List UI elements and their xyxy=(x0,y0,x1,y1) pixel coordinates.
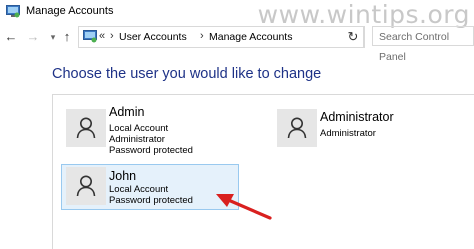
search-input[interactable]: Search Control Panel xyxy=(372,26,474,63)
account-name: Admin xyxy=(109,105,145,119)
refresh-icon[interactable]: ↻ xyxy=(342,26,365,48)
account-role: Administrator xyxy=(109,134,165,145)
account-name: Administrator xyxy=(320,110,394,124)
arrow-left-icon[interactable]: ← xyxy=(4,29,18,45)
user-avatar-icon xyxy=(277,109,317,147)
red-arrow-icon xyxy=(216,194,272,220)
page-heading: Choose the user you would like to change xyxy=(52,66,322,82)
chevron-down-icon[interactable]: ▾ xyxy=(46,29,60,45)
arrow-up-icon[interactable]: ↑ xyxy=(60,29,74,45)
breadcrumb-separator: › xyxy=(200,30,204,42)
account-type: Local Account xyxy=(109,123,169,134)
user-icon xyxy=(287,117,307,139)
user-avatar-icon xyxy=(66,167,106,205)
address-bar[interactable]: « › User Accounts › Manage Accounts xyxy=(78,26,364,48)
breadcrumb-manage-accounts[interactable]: Manage Accounts xyxy=(209,31,292,43)
breadcrumb-user-accounts[interactable]: User Accounts xyxy=(119,31,187,43)
navigation-bar: ← → ▾ ↑ « › User Accounts › Manage Accou… xyxy=(0,26,474,63)
account-type: Local Account xyxy=(109,184,169,195)
control-panel-icon xyxy=(83,30,97,43)
breadcrumb-overflow[interactable]: « xyxy=(99,30,105,42)
user-avatar-icon xyxy=(66,109,106,147)
account-name: John xyxy=(109,169,137,183)
user-icon xyxy=(76,175,96,197)
window-title: Manage Accounts xyxy=(26,5,114,17)
account-role: Administrator xyxy=(320,128,376,139)
control-panel-icon xyxy=(6,5,20,18)
account-password-status: Password protected xyxy=(109,145,193,156)
user-icon xyxy=(76,117,96,139)
account-password-status: Password protected xyxy=(109,195,193,206)
watermark: www.wintips.org xyxy=(257,0,470,29)
arrow-right-icon[interactable]: → xyxy=(26,29,40,45)
breadcrumb-separator: › xyxy=(110,30,114,42)
